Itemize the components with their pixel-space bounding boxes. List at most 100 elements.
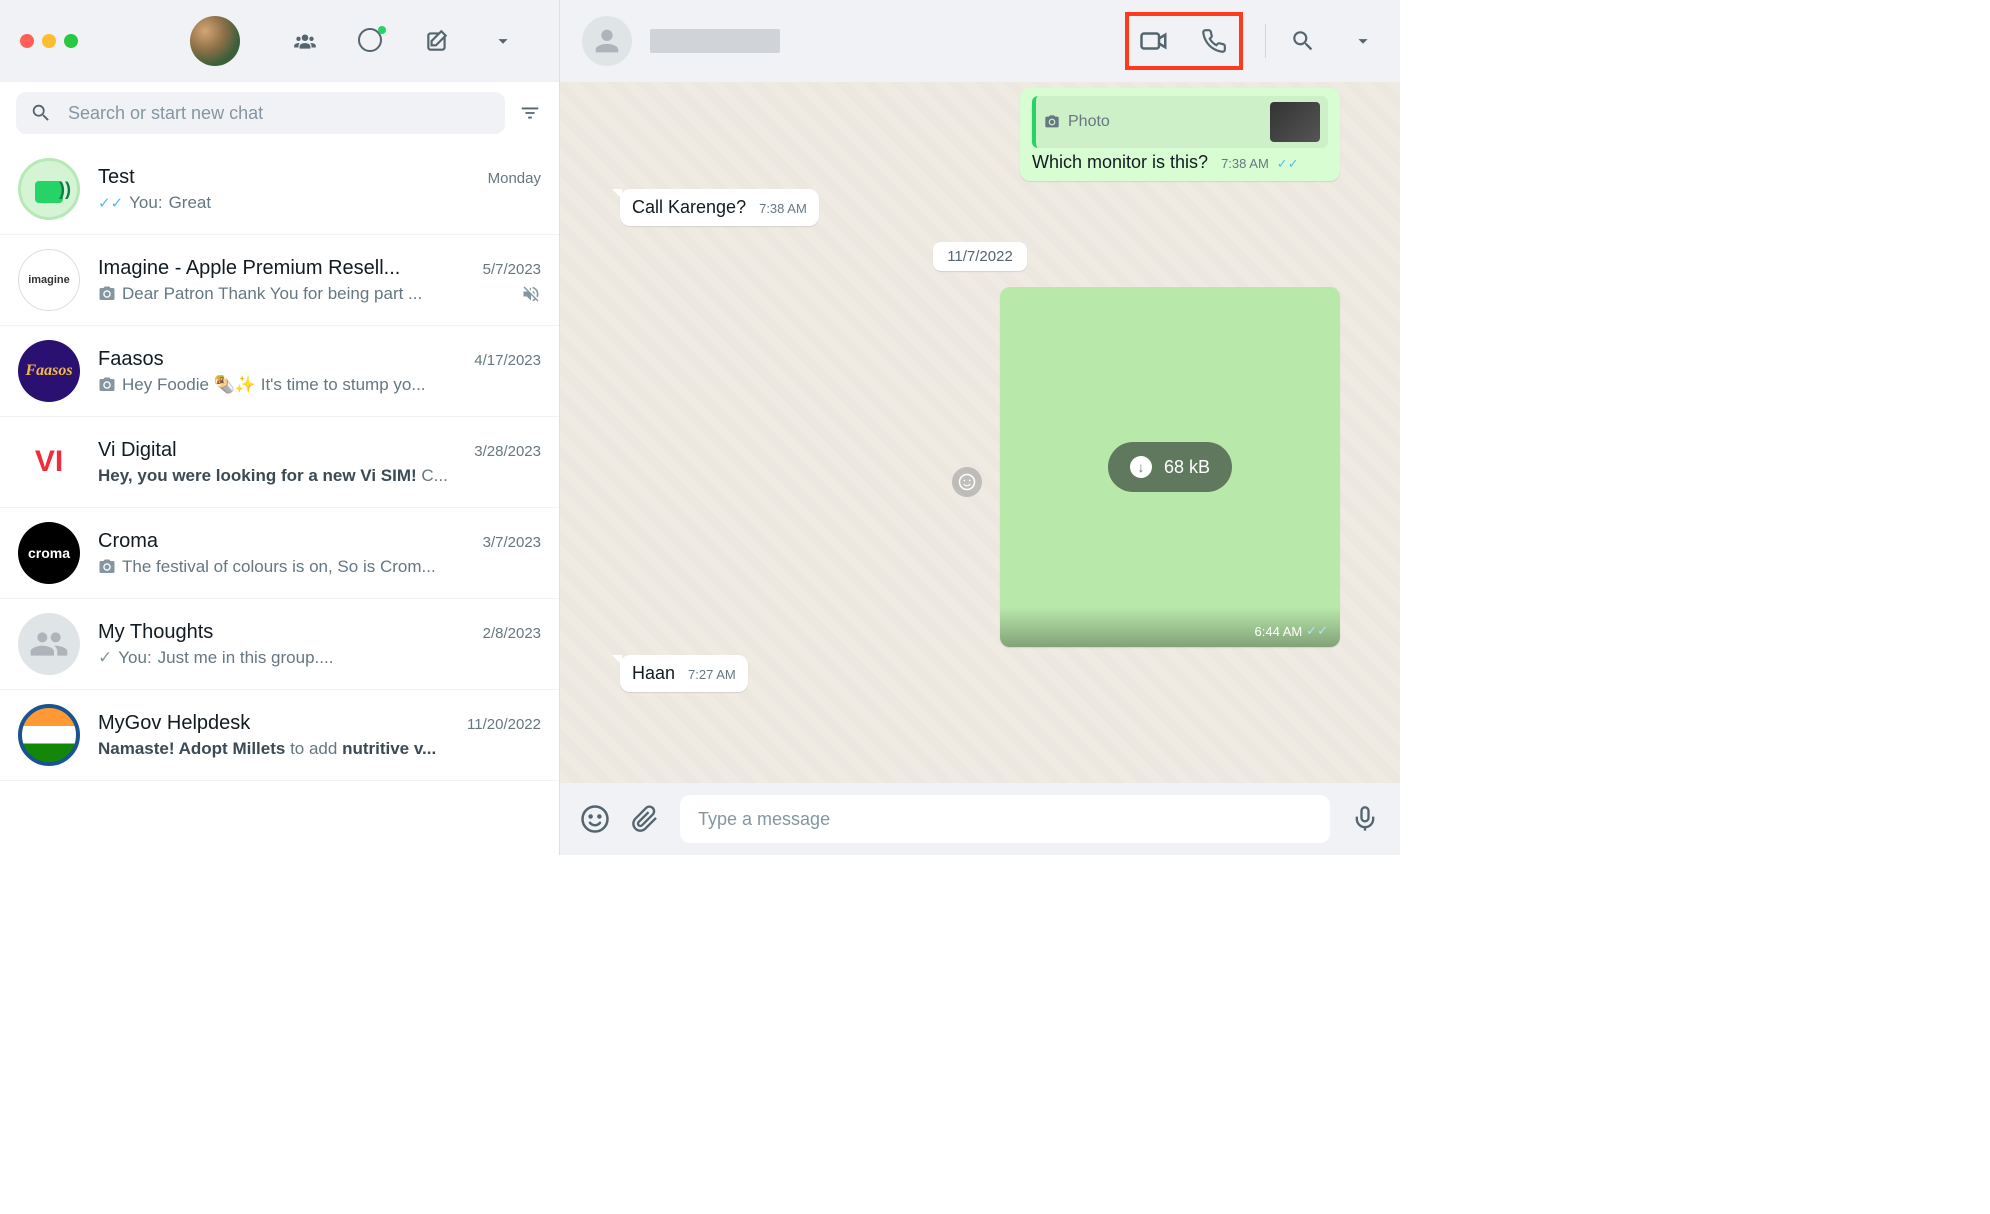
chat-list-item[interactable]: VIVi Digital3/28/2023Hey, you were looki… [0, 417, 559, 508]
download-button[interactable]: ↓ 68 kB [1108, 442, 1232, 492]
chat-preview: Namaste! Adopt Millets to add nutritive … [98, 739, 541, 759]
message-input-bar [560, 783, 1400, 855]
chat-avatar [18, 158, 80, 220]
menu-chevron-icon[interactable] [490, 28, 516, 54]
video-call-icon[interactable] [1139, 26, 1169, 56]
chat-preview: ✓✓ You: Great [98, 193, 541, 213]
read-check-icon: ✓✓ [98, 194, 123, 212]
preview-prefix: You: [129, 193, 162, 213]
react-button-icon[interactable] [952, 467, 982, 497]
camera-icon [98, 558, 116, 576]
quoted-label: Photo [1068, 113, 1110, 131]
preview-text: Hey Foodie 🌯✨ It's time to stump yo... [122, 375, 426, 395]
chat-preview: Hey Foodie 🌯✨ It's time to stump yo... [98, 375, 541, 395]
left-header [0, 0, 559, 82]
chat-preview: ✓ You: Just me in this group.... [98, 648, 541, 668]
camera-icon [98, 285, 116, 303]
chat-avatar: VI [18, 431, 80, 493]
chat-name: Croma [98, 530, 158, 553]
chat-name: MyGov Helpdesk [98, 712, 250, 735]
chat-item-content: Imagine - Apple Premium Resell...5/7/202… [98, 257, 541, 304]
chat-preview: The festival of colours is on, So is Cro… [98, 557, 541, 577]
date-separator: 11/7/2022 [933, 242, 1027, 271]
preview-text: Namaste! Adopt Millets to add nutritive … [98, 739, 436, 759]
camera-icon [98, 376, 116, 394]
chat-preview: Hey, you were looking for a new Vi SIM! … [98, 466, 541, 486]
chat-time: 11/20/2022 [467, 716, 541, 733]
quoted-thumbnail [1270, 102, 1320, 142]
camera-icon [1044, 114, 1060, 130]
left-header-actions [292, 28, 516, 54]
preview-text: The festival of colours is on, So is Cro… [122, 557, 436, 577]
maximize-window-button[interactable] [64, 34, 78, 48]
chat-item-content: My Thoughts2/8/2023✓ You: Just me in thi… [98, 621, 541, 668]
message-time: 7:27 AM [688, 667, 736, 682]
close-window-button[interactable] [20, 34, 34, 48]
emoji-picker-icon[interactable] [580, 804, 610, 834]
search-bar[interactable] [16, 92, 505, 134]
contact-avatar[interactable] [582, 16, 632, 66]
download-size: 68 kB [1164, 457, 1210, 478]
chat-menu-chevron-icon[interactable] [1348, 26, 1378, 56]
preview-prefix: You: [118, 648, 151, 668]
communities-icon[interactable] [292, 28, 318, 54]
read-check-icon: ✓✓ [1277, 156, 1299, 171]
my-profile-avatar[interactable] [190, 16, 240, 66]
status-icon[interactable] [358, 28, 384, 54]
chat-name: Test [98, 166, 135, 189]
muted-icon [521, 284, 541, 304]
outgoing-image-message[interactable]: ↓ 68 kB 6:44 AM ✓✓ [1000, 287, 1340, 647]
quoted-reply[interactable]: Photo [1032, 96, 1328, 148]
chat-time: Monday [488, 170, 541, 187]
chat-time: 5/7/2023 [483, 261, 541, 278]
chat-list-item[interactable]: MyGov Helpdesk 11/20/2022 Namaste! Adopt M… [0, 690, 559, 781]
chat-list-item[interactable]: My Thoughts2/8/2023✓ You: Just me in thi… [0, 599, 559, 690]
conversation-header [560, 0, 1400, 82]
chat-item-content: MyGov Helpdesk 11/20/2022 Namaste! Adopt M… [98, 712, 541, 759]
search-in-chat-icon[interactable] [1288, 26, 1318, 56]
chat-body[interactable]: Photo Which monitor is this? 7:38 AM ✓✓ … [560, 82, 1400, 783]
outgoing-message[interactable]: Photo Which monitor is this? 7:38 AM ✓✓ [1020, 88, 1340, 181]
left-panel: Test Monday ✓✓ You: Great imagine Imagine - … [0, 0, 560, 855]
chat-avatar [18, 613, 80, 675]
minimize-window-button[interactable] [42, 34, 56, 48]
preview-text: Hey, you were looking for a new Vi SIM! … [98, 466, 448, 486]
sent-check-icon: ✓✓ [1306, 623, 1328, 639]
search-icon [30, 102, 52, 124]
image-time: 6:44 AM ✓✓ [1255, 623, 1329, 639]
chat-list-item[interactable]: imagine Imagine - Apple Premium Resell...… [0, 235, 559, 326]
voice-call-icon[interactable] [1199, 26, 1229, 56]
chat-list-item[interactable]: FaasosFaasos4/17/2023 Hey Foodie 🌯✨ It's… [0, 326, 559, 417]
image-time-text: 6:44 AM [1255, 624, 1303, 639]
new-chat-icon[interactable] [424, 28, 450, 54]
preview-text: Dear Patron Thank You for being part ... [122, 284, 422, 304]
chat-avatar: croma [18, 522, 80, 584]
mic-icon[interactable] [1350, 804, 1380, 834]
message-text: Haan [632, 663, 675, 683]
right-panel: Photo Which monitor is this? 7:38 AM ✓✓ … [560, 0, 1400, 855]
chat-avatar [18, 704, 80, 766]
chat-item-content: Croma3/7/2023 The festival of colours is… [98, 530, 541, 577]
chat-avatar: imagine [18, 249, 80, 311]
chat-name: Vi Digital [98, 439, 177, 462]
chat-item-content: Faasos4/17/2023 Hey Foodie 🌯✨ It's time … [98, 348, 541, 395]
preview-text: Just me in this group.... [158, 648, 334, 668]
message-time: 7:38 AM [759, 201, 807, 216]
chat-name: My Thoughts [98, 621, 213, 644]
chat-list-item[interactable]: Test Monday ✓✓ You: Great [0, 144, 559, 235]
download-arrow-icon: ↓ [1130, 456, 1152, 478]
contact-name[interactable] [650, 29, 780, 53]
search-input[interactable] [68, 103, 491, 124]
chat-list-item[interactable]: croma Croma3/7/2023 The festival of colou… [0, 508, 559, 599]
message-input[interactable] [680, 795, 1330, 843]
attach-icon[interactable] [630, 804, 660, 834]
incoming-message[interactable]: Call Karenge? 7:38 AM [620, 189, 819, 226]
chat-item-content: Test Monday ✓✓ You: Great [98, 166, 541, 213]
message-text: Which monitor is this? [1032, 152, 1208, 172]
chat-time: 4/17/2023 [474, 352, 541, 369]
filter-icon[interactable] [517, 100, 543, 126]
incoming-message[interactable]: Haan 7:27 AM [620, 655, 748, 692]
chat-preview: Dear Patron Thank You for being part ... [98, 284, 541, 304]
header-actions [1125, 12, 1378, 70]
chat-list[interactable]: Test Monday ✓✓ You: Great imagine Imagine - … [0, 144, 559, 855]
